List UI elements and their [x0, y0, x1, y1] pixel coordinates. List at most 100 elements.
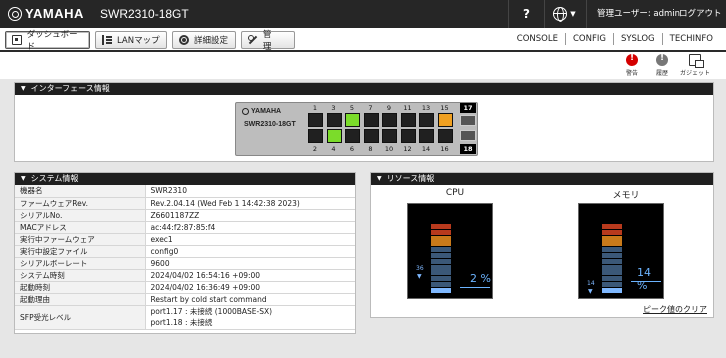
config-link[interactable]: CONFIG [564, 33, 613, 45]
console-link[interactable]: CONSOLE [510, 33, 565, 45]
table-cell-value: Restart by cold start command [145, 293, 355, 306]
port-number-label: 9 [386, 104, 392, 112]
sfp-port-17[interactable] [460, 115, 476, 126]
meter-segment [602, 282, 622, 287]
meter-segment [602, 224, 622, 229]
wrench-icon [248, 35, 258, 45]
table-cell-value: Z6601187ZZ [145, 209, 355, 222]
chevron-down-icon: ▼ [570, 10, 576, 18]
lan-port-11[interactable] [400, 113, 416, 127]
tab-dashboard[interactable]: ダッシュボード [5, 30, 90, 52]
collapse-triangle-icon: ▼ [377, 175, 382, 182]
lan-port-8[interactable] [363, 129, 379, 143]
admin-user-label: 管理ユーザー: admin [586, 0, 680, 28]
system-panel-header[interactable]: ▼ システム情報 [15, 173, 355, 185]
tab-dashboard-label: ダッシュボード [26, 30, 78, 52]
sfp-port-18-label: 18 [460, 144, 476, 154]
table-cell-value: exec1 [145, 233, 355, 246]
meter-segment [431, 270, 451, 276]
port-number-label: 12 [403, 145, 412, 153]
globe-icon [553, 7, 568, 22]
lan-port-6[interactable] [345, 129, 360, 143]
meter-segment [602, 253, 622, 258]
meter-segment [602, 287, 622, 293]
meter-segment [602, 276, 622, 282]
table-row: MACアドレス ac:44:f2:87:85:f4 [15, 221, 355, 234]
tab-management[interactable]: 管 理 [241, 30, 295, 52]
port-number-label: 10 [384, 145, 394, 153]
tab-advanced-settings[interactable]: 詳細設定 [172, 31, 236, 49]
alarm-icon [626, 53, 638, 66]
gadget-button[interactable]: ガジェット [678, 54, 712, 77]
table-cell-value: 9600 [145, 257, 355, 270]
lan-port-1[interactable] [308, 113, 323, 127]
meter-segment [431, 235, 451, 241]
memory-meter: 14 14 % ▼ [578, 203, 664, 299]
syslog-link[interactable]: SYSLOG [612, 33, 662, 45]
alarm-button[interactable]: 警告 [617, 53, 647, 77]
logout-link[interactable]: ログアウト [679, 0, 722, 28]
lan-port-10[interactable] [382, 129, 397, 143]
main-tab-bar: ダッシュボード LANマップ 詳細設定 管 理 CONSOLE CONFIG S… [0, 28, 726, 52]
history-button[interactable]: 履歴 [647, 53, 677, 77]
yamaha-emblem-icon [242, 108, 249, 115]
tab-management-label: 管 理 [262, 30, 280, 52]
table-cell-value: config0 [145, 245, 355, 258]
memory-usage-number: 14 [637, 266, 651, 279]
memory-value-underline [631, 281, 661, 282]
lan-port-14[interactable] [419, 129, 434, 143]
peak-marker-icon: ▼ [588, 287, 593, 295]
interface-panel-header[interactable]: ▼ インターフェース情報 [15, 83, 713, 95]
table-cell-key: シリアルボーレート [15, 257, 146, 270]
meter-segment [431, 258, 451, 264]
resource-panel-header[interactable]: ▼ リソース情報 [371, 173, 713, 185]
language-button[interactable]: ▼ [544, 0, 584, 28]
lan-port-12[interactable] [400, 129, 416, 143]
gear-icon [179, 35, 189, 45]
alarm-label: 警告 [625, 70, 638, 77]
port-number-label: 1 [312, 104, 318, 112]
lan-port-16[interactable] [437, 129, 453, 143]
table-row: SFP受光レベル port1.17 : 未接続 (1000BASE-SX) po… [15, 305, 355, 330]
table-cell-key: 機器名 [15, 185, 146, 198]
peak-marker-icon: ▼ [417, 272, 422, 280]
lan-port-2[interactable] [308, 129, 323, 143]
table-cell-key: MACアドレス [15, 221, 146, 234]
table-row: シリアルボーレート 9600 [15, 257, 355, 270]
lan-port-13[interactable] [419, 113, 434, 127]
meter-segment [431, 229, 451, 235]
history-label: 履歴 [655, 70, 668, 77]
system-panel-title: システム情報 [30, 174, 79, 183]
help-button[interactable]: ? [508, 0, 544, 28]
system-panel: ▼ システム情報 機器名 SWR2310 ファームウェアRev. Rev.2.04.1… [14, 172, 356, 334]
tab-lan-map[interactable]: LANマップ [95, 31, 167, 49]
yamaha-logo: YAMAHA [8, 6, 84, 21]
table-cell-value: 2024/04/02 16:36:49 +09:00 [145, 281, 355, 294]
port-number-label: 15 [440, 104, 449, 112]
lan-port-5[interactable] [345, 113, 360, 127]
port-number-label: 8 [368, 145, 373, 153]
switch-brand-logo: YAMAHA [242, 108, 281, 115]
techinfo-link[interactable]: TECHINFO [661, 33, 720, 45]
meter-segment [602, 258, 622, 264]
tab-advanced-settings-label: 詳細設定 [194, 36, 229, 46]
lan-port-9[interactable] [382, 113, 397, 127]
brand-name: YAMAHA [25, 6, 84, 21]
tab-lan-map-label: LANマップ [117, 36, 160, 46]
port-number-label: 14 [421, 145, 431, 153]
table-cell-value: SWR2310 [145, 185, 355, 198]
lan-port-4[interactable] [326, 129, 342, 143]
lan-port-15[interactable] [437, 113, 453, 127]
sfp-port-18[interactable] [460, 130, 476, 141]
sfp-port-18-status: port1.18 : 未接続 [150, 318, 213, 327]
table-row: 起動時刻 2024/04/02 16:36:49 +09:00 [15, 281, 355, 294]
lan-port-3[interactable] [326, 113, 342, 127]
memory-peak-value: 14 [587, 279, 595, 287]
peak-clear-link[interactable]: ピーク値のクリア [643, 304, 707, 315]
table-row: システム時刻 2024/04/02 16:54:16 +09:00 [15, 269, 355, 282]
dashboard-toolbar: 警告 履歴 ガジェット [0, 52, 726, 79]
sfp-port-17-label: 17 [460, 103, 476, 113]
meter-segment [431, 247, 451, 253]
lan-port-7[interactable] [363, 113, 379, 127]
table-cell-key: 実行中設定ファイル [15, 245, 146, 258]
